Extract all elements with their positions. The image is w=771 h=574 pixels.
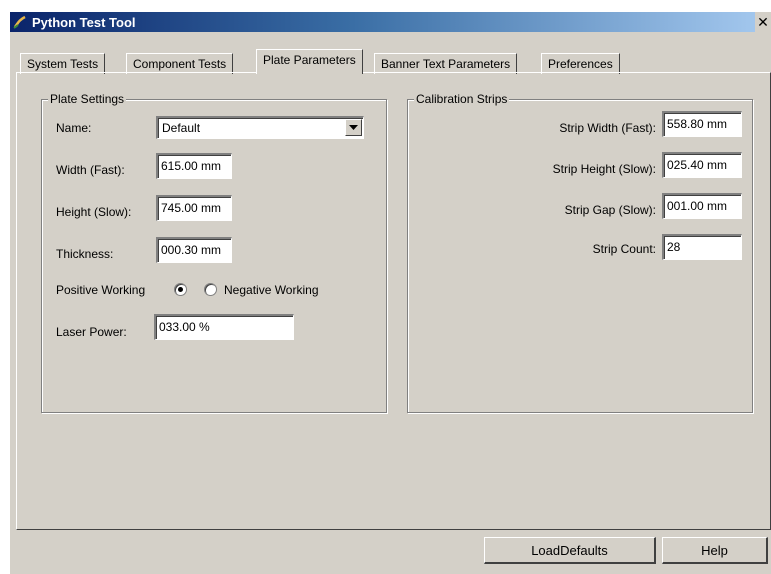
calibration-strips-group: Calibration Strips Strip Width (Fast): 5… [407,92,753,413]
plate-name-select[interactable]: Default [156,116,364,139]
strip-count-label: Strip Count: [592,242,656,256]
calibration-strips-legend: Calibration Strips [414,92,510,106]
title-bar: Python Test Tool ✕ [10,12,771,32]
plate-settings-group: Plate Settings Name: Default Width (Fast… [41,92,387,413]
negative-working-radio[interactable] [204,283,217,296]
tab-component-tests[interactable]: Component Tests [126,53,234,74]
laser-power-label: Laser Power: [56,325,127,339]
strip-count-input[interactable]: 28 [662,234,742,260]
strip-width-input[interactable]: 558.80 mm [662,111,742,137]
positive-working-radio[interactable] [174,283,187,296]
help-button[interactable]: Help [662,537,768,564]
plate-name-value: Default [162,121,201,135]
tab-system-tests[interactable]: System Tests [20,53,106,74]
plate-parameters-panel: Plate Settings Name: Default Width (Fast… [16,72,771,530]
close-icon[interactable]: ✕ [755,12,771,32]
height-input[interactable]: 745.00 mm [156,195,232,221]
chevron-down-icon[interactable] [345,119,362,136]
strip-gap-input[interactable]: 001.00 mm [662,193,742,219]
height-label: Height (Slow): [56,205,132,219]
thickness-label: Thickness: [56,247,114,261]
app-window: Python Test Tool ✕ System Tests Componen… [10,12,771,574]
thickness-input[interactable]: 000.30 mm [156,237,232,263]
radio-selected-dot [178,287,183,292]
window-title: Python Test Tool [32,14,136,30]
strip-height-input[interactable]: 025.40 mm [662,152,742,178]
tab-preferences[interactable]: Preferences [541,53,620,74]
strip-width-label: Strip Width (Fast): [559,121,656,135]
width-input[interactable]: 615.00 mm [156,153,232,179]
python-app-icon [12,14,28,30]
load-defaults-button[interactable]: LoadDefaults [484,537,656,564]
negative-working-label: Negative Working [224,283,319,297]
width-label: Width (Fast): [56,163,125,177]
strip-height-label: Strip Height (Slow): [552,162,656,176]
positive-working-label: Positive Working [56,283,146,297]
tab-strip: System Tests Component Tests Plate Param… [16,49,736,74]
tab-banner-text-parameters[interactable]: Banner Text Parameters [374,53,518,74]
strip-gap-label: Strip Gap (Slow): [564,203,656,217]
laser-power-input[interactable]: 033.00 % [154,314,294,340]
plate-settings-legend: Plate Settings [48,92,127,106]
name-label: Name: [56,121,92,135]
tab-plate-parameters[interactable]: Plate Parameters [256,49,363,74]
